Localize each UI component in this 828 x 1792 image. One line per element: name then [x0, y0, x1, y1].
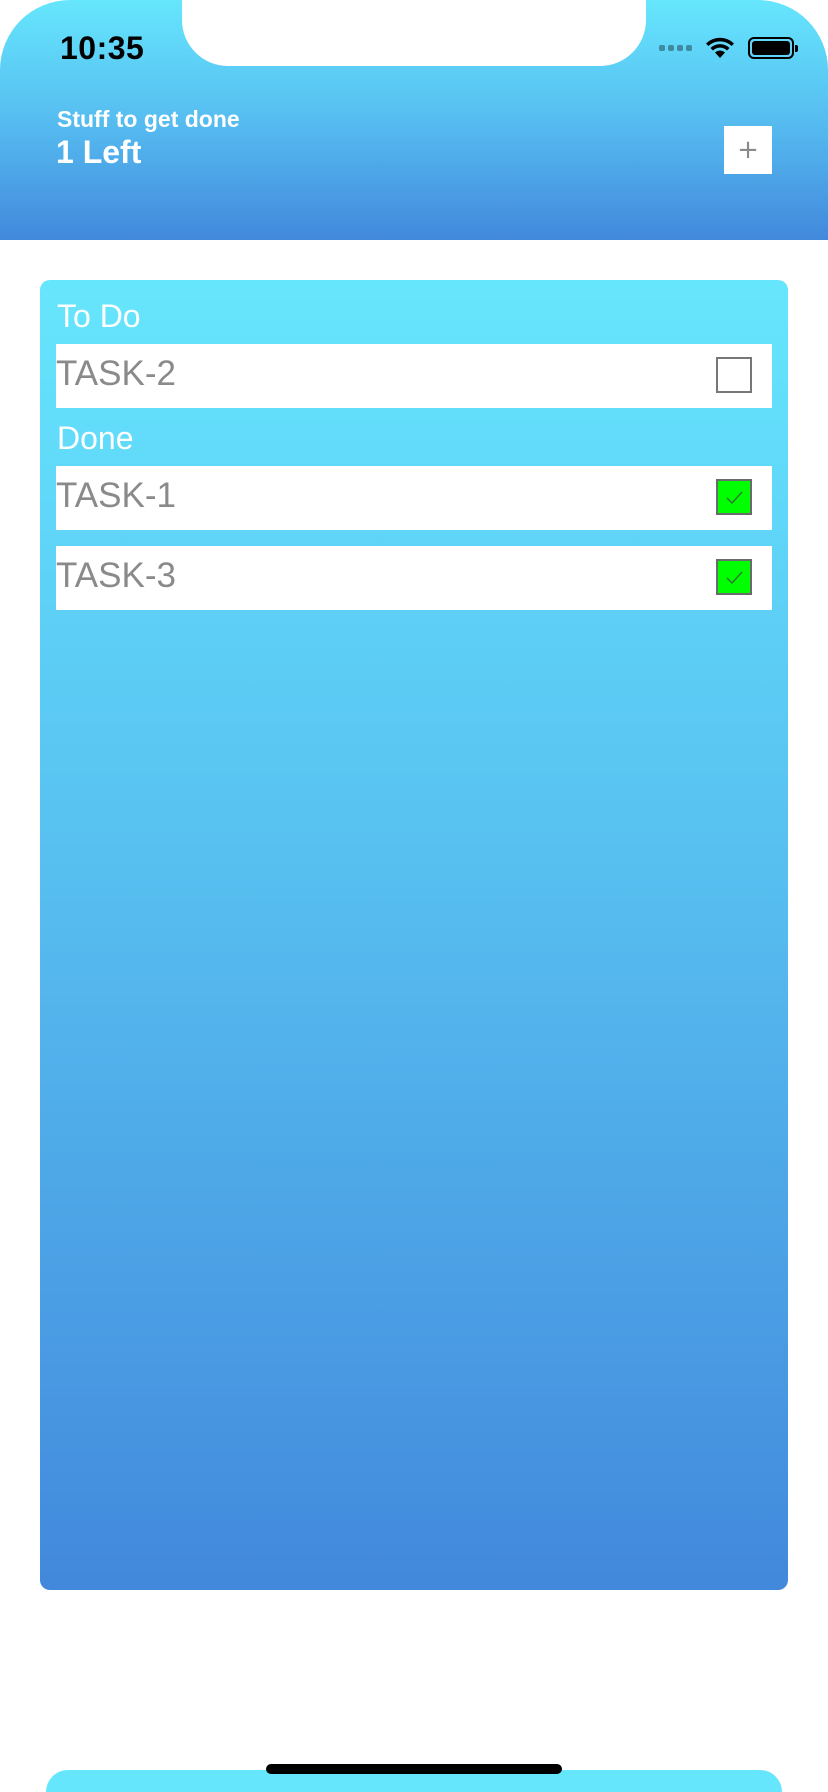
task-checkbox-unchecked[interactable] — [716, 357, 752, 393]
add-task-button[interactable]: + — [724, 126, 772, 174]
checkmark-icon — [726, 491, 743, 505]
section-title-done: Done — [57, 420, 134, 456]
checkmark-icon — [726, 571, 743, 585]
task-list-card: To Do TASK-2 Done TASK-1 TASK-3 — [40, 280, 788, 1590]
header-subtitle: Stuff to get done — [57, 106, 240, 132]
task-label: TASK-2 — [56, 354, 176, 393]
task-label: TASK-3 — [56, 556, 176, 595]
status-time: 10:35 — [60, 30, 145, 66]
cellular-signal-icon — [659, 45, 692, 51]
header: 10:35 Stuff to get done 1 Left + — [0, 0, 828, 240]
task-row[interactable]: TASK-2 — [56, 344, 772, 408]
task-checkbox-checked[interactable] — [716, 479, 752, 515]
section-title-todo: To Do — [57, 298, 141, 334]
task-label: TASK-1 — [56, 476, 176, 515]
home-indicator[interactable] — [266, 1764, 562, 1774]
wifi-icon — [706, 37, 734, 58]
remaining-count-title: 1 Left — [56, 134, 142, 170]
task-row[interactable]: TASK-3 — [56, 546, 772, 610]
task-row[interactable]: TASK-1 — [56, 466, 772, 530]
task-checkbox-checked[interactable] — [716, 559, 752, 595]
device-notch — [182, 0, 646, 66]
status-icons — [659, 36, 798, 60]
app-screen: 10:35 Stuff to get done 1 Left + To Do T… — [0, 0, 828, 1792]
battery-icon — [748, 37, 798, 59]
